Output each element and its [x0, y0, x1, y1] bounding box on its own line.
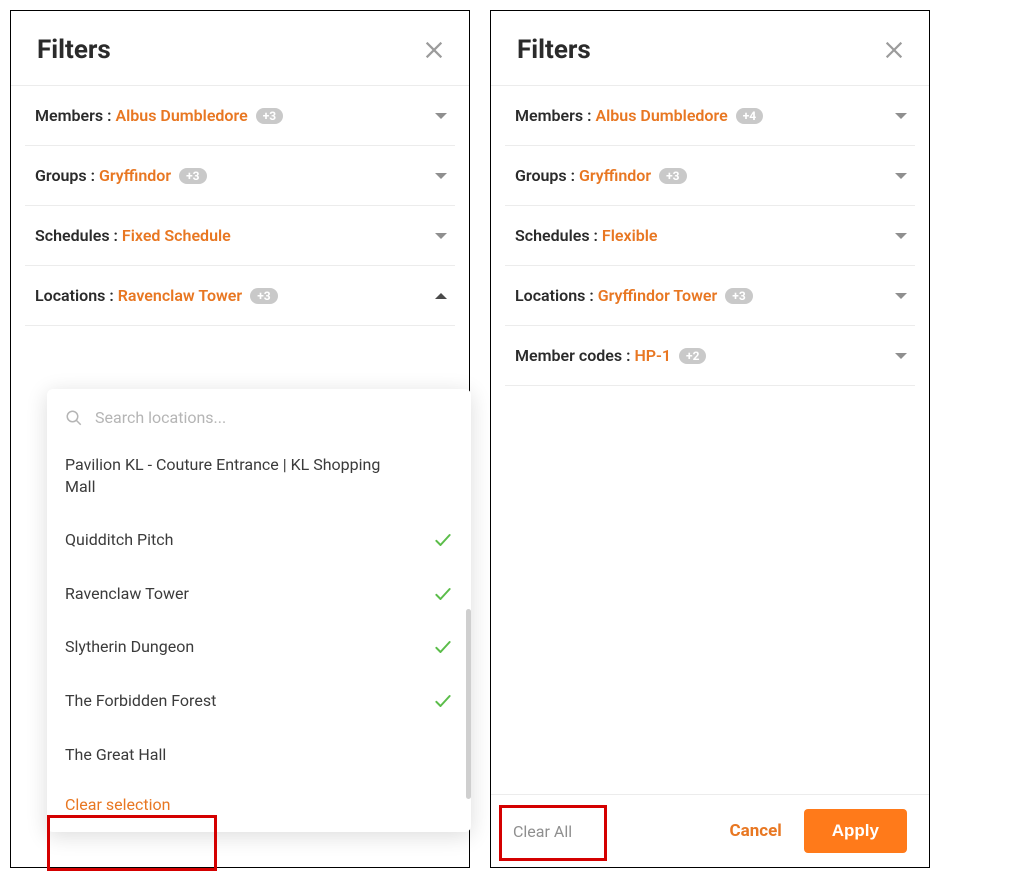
filter-row-groups[interactable]: Groups : Gryffindor +3 — [25, 146, 455, 206]
filter-value: HP-1 — [634, 346, 671, 365]
filter-row-locations[interactable]: Locations : Gryffindor Tower +3 — [505, 266, 915, 326]
panel-header: Filters — [491, 11, 929, 86]
filter-label: Groups : — [515, 166, 575, 185]
clear-selection-button[interactable]: Clear selection — [47, 781, 471, 828]
option-label: The Forbidden Forest — [65, 690, 216, 712]
filter-extra-badge: +3 — [179, 168, 206, 184]
panel-title: Filters — [37, 35, 111, 65]
filter-label: Groups : — [35, 166, 95, 185]
filter-extra-badge: +3 — [256, 108, 283, 124]
locations-dropdown: Pavilion KL - Couture Entrance | KL Shop… — [47, 389, 471, 832]
filter-summary: Groups : Gryffindor +3 — [35, 166, 207, 185]
option-label: The Great Hall — [65, 744, 166, 766]
filter-row-schedules[interactable]: Schedules : Fixed Schedule — [25, 206, 455, 266]
filter-row-schedules[interactable]: Schedules : Flexible — [505, 206, 915, 266]
filters-panel-right: Filters Members : Albus Dumbledore +4 Gr… — [490, 10, 930, 868]
filter-summary: Schedules : Flexible — [515, 226, 658, 245]
panel-title: Filters — [517, 35, 591, 65]
filter-label: Members : — [35, 106, 111, 125]
options-list: Pavilion KL - Couture Entrance | KL Shop… — [47, 438, 471, 781]
filter-value: Albus Dumbledore — [115, 106, 247, 125]
filter-extra-badge: +4 — [736, 108, 763, 124]
option-label: Pavilion KL - Couture Entrance | KL Shop… — [65, 454, 385, 497]
chevron-down-icon — [895, 293, 907, 299]
check-icon — [433, 637, 453, 657]
clear-all-button[interactable]: Clear All — [513, 822, 572, 841]
check-icon — [433, 584, 453, 604]
panel-footer: Clear All Cancel Apply — [491, 794, 929, 867]
filter-label: Member codes : — [515, 346, 630, 365]
filter-row-member-codes[interactable]: Member codes : HP-1 +2 — [505, 326, 915, 386]
filter-row-locations[interactable]: Locations : Ravenclaw Tower +3 — [25, 266, 455, 326]
option-label: Ravenclaw Tower — [65, 583, 189, 605]
chevron-down-icon — [895, 353, 907, 359]
search-input[interactable] — [93, 407, 453, 428]
panel-header: Filters — [11, 11, 469, 86]
filter-label: Members : — [515, 106, 591, 125]
filter-summary: Members : Albus Dumbledore +4 — [515, 106, 763, 125]
chevron-down-icon — [895, 113, 907, 119]
filter-row-members[interactable]: Members : Albus Dumbledore +4 — [505, 86, 915, 146]
filter-summary: Groups : Gryffindor +3 — [515, 166, 687, 185]
filter-value: Albus Dumbledore — [595, 106, 727, 125]
option-label: Slytherin Dungeon — [65, 636, 194, 658]
filter-summary: Schedules : Fixed Schedule — [35, 226, 231, 245]
filter-list: Members : Albus Dumbledore +3 Groups : G… — [11, 86, 469, 326]
filter-summary: Members : Albus Dumbledore +3 — [35, 106, 283, 125]
location-option[interactable]: Ravenclaw Tower — [47, 567, 471, 621]
filter-extra-badge: +3 — [659, 168, 686, 184]
filter-extra-badge: +3 — [725, 288, 752, 304]
filter-label: Schedules : — [35, 226, 118, 245]
chevron-down-icon — [895, 173, 907, 179]
filter-label: Schedules : — [515, 226, 598, 245]
filter-value: Flexible — [602, 226, 658, 245]
filter-summary: Locations : Gryffindor Tower +3 — [515, 286, 753, 305]
apply-button[interactable]: Apply — [804, 809, 907, 853]
chevron-down-icon — [435, 173, 447, 179]
filter-summary: Locations : Ravenclaw Tower +3 — [35, 286, 278, 305]
filter-row-groups[interactable]: Groups : Gryffindor +3 — [505, 146, 915, 206]
chevron-down-icon — [895, 233, 907, 239]
location-option[interactable]: The Great Hall — [47, 728, 471, 782]
filter-row-members[interactable]: Members : Albus Dumbledore +3 — [25, 86, 455, 146]
cancel-button[interactable]: Cancel — [729, 821, 781, 841]
filter-extra-badge: +3 — [250, 288, 277, 304]
chevron-down-icon — [435, 113, 447, 119]
check-icon — [433, 691, 453, 711]
scrollbar[interactable] — [466, 609, 471, 799]
filter-extra-badge: +2 — [679, 348, 706, 364]
location-option[interactable]: The Forbidden Forest — [47, 674, 471, 728]
check-icon — [433, 530, 453, 550]
filter-label: Locations : — [35, 286, 114, 305]
filter-list: Members : Albus Dumbledore +4 Groups : G… — [491, 86, 929, 386]
search-icon — [65, 409, 83, 427]
filter-value: Fixed Schedule — [122, 226, 231, 245]
close-icon[interactable] — [423, 39, 445, 61]
filter-value: Gryffindor — [579, 166, 651, 185]
chevron-up-icon — [435, 293, 447, 299]
option-label: Quidditch Pitch — [65, 529, 173, 551]
search-row — [47, 403, 471, 438]
filter-value: Gryffindor — [99, 166, 171, 185]
filter-value: Ravenclaw Tower — [118, 286, 242, 305]
location-option[interactable]: Pavilion KL - Couture Entrance | KL Shop… — [47, 438, 471, 513]
location-option[interactable]: Quidditch Pitch — [47, 513, 471, 567]
filter-summary: Member codes : HP-1 +2 — [515, 346, 706, 365]
filters-panel-left: Filters Members : Albus Dumbledore +3 Gr… — [10, 10, 470, 868]
chevron-down-icon — [435, 233, 447, 239]
location-option[interactable]: Slytherin Dungeon — [47, 620, 471, 674]
filter-value: Gryffindor Tower — [598, 286, 718, 305]
close-icon[interactable] — [883, 39, 905, 61]
filter-label: Locations : — [515, 286, 594, 305]
